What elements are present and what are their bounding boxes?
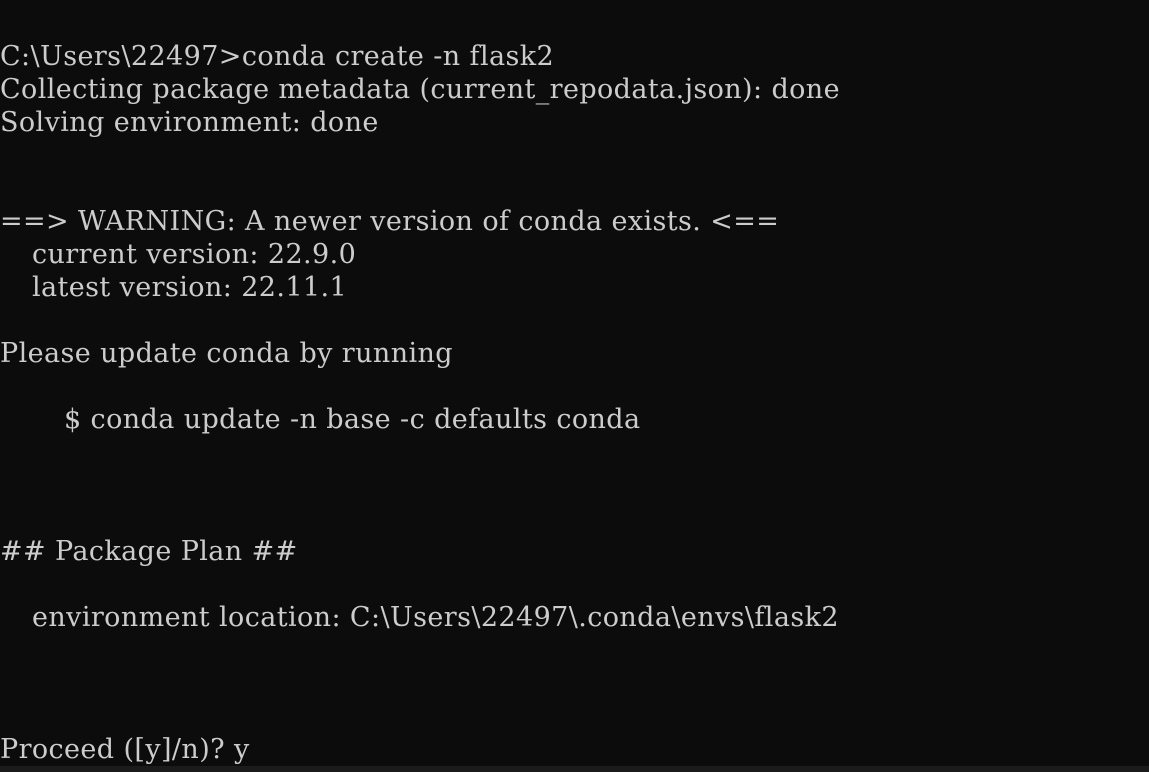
output-solving: Solving environment: done: [0, 107, 379, 138]
window-bottom-edge: [0, 766, 1149, 772]
output-environment-location: environment location: C:\Users\22497\.co…: [32, 602, 839, 633]
command-line: C:\Users\22497>conda create -n flask2: [0, 41, 555, 72]
output-package-plan: ## Package Plan ##: [0, 536, 298, 567]
output-please-update: Please update conda by running: [0, 338, 453, 369]
terminal-window[interactable]: C:\Users\22497>conda create -n flask2 Co…: [0, 0, 1149, 772]
output-update-command: $ conda update -n base -c defaults conda: [64, 404, 641, 435]
output-current-version: current version: 22.9.0: [32, 239, 357, 270]
output-collecting: Collecting package metadata (current_rep…: [0, 74, 840, 105]
proceed-prompt[interactable]: Proceed ([y]/n)? y: [0, 733, 1149, 766]
output-latest-version: latest version: 22.11.1: [32, 272, 348, 303]
output-warning: ==> WARNING: A newer version of conda ex…: [0, 206, 780, 237]
